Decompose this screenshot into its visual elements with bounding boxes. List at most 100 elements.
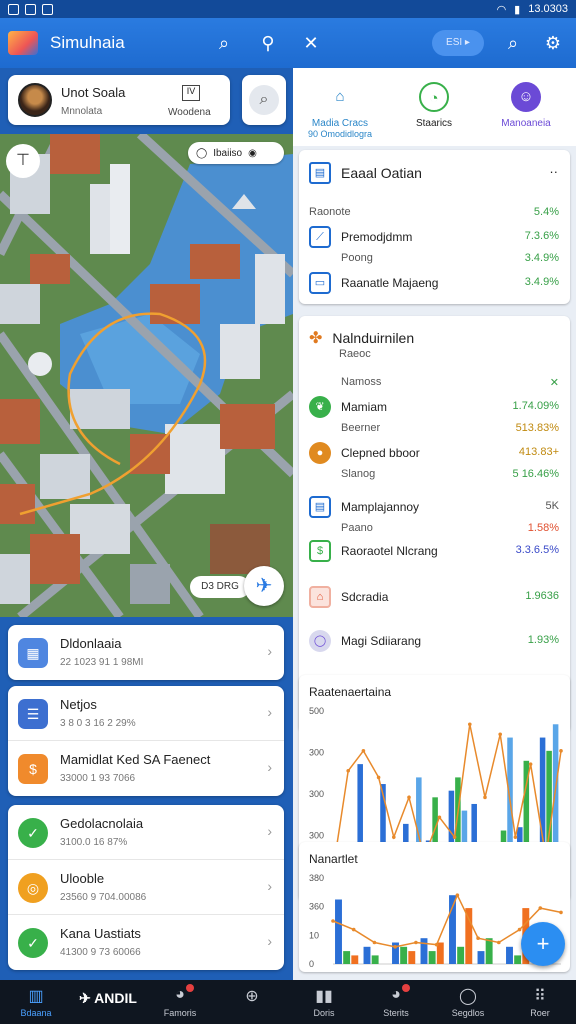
trend-point	[407, 795, 411, 800]
stat-row[interactable]: Beerner 513.83%	[309, 420, 559, 440]
app-logo	[8, 31, 38, 55]
list-item[interactable]: $ Mamidlat Ked SA Faenect 33000 1 93 706…	[8, 741, 284, 796]
trend-point	[476, 936, 480, 940]
stat-row[interactable]: Slanog 5 16.46%	[309, 466, 559, 486]
trend-point	[528, 762, 533, 766]
y-tick-label: 10	[309, 930, 319, 940]
notification-badge	[185, 984, 194, 992]
people-icon: ◕	[175, 986, 185, 1003]
status-bar: ◠ ▮ 13.0303	[0, 0, 576, 18]
settings-icon[interactable]: ⚙	[540, 30, 566, 56]
stat-value: 5 16.46%	[512, 468, 559, 480]
econ-row[interactable]: Poong 3.4.9%	[309, 250, 559, 270]
nav-item-2[interactable]: ◕ Famoris	[144, 980, 216, 1024]
nav-item-3[interactable]: ⊕	[216, 980, 288, 1024]
bar	[335, 899, 342, 964]
list-item-sub: 33000 1 93 7066	[60, 773, 136, 784]
location-icon[interactable]: ⚲	[255, 30, 281, 56]
list-item[interactable]: ✓ Gedolacnolaia 3100.0 16 87% ›	[8, 805, 284, 860]
notification-icon	[42, 3, 53, 15]
map-tool-button[interactable]: ⊤	[6, 144, 40, 178]
map-filter-chip[interactable]: ◯ Ibaiiso ◉	[188, 142, 284, 164]
stat-label: Namoss	[341, 376, 382, 388]
stat-value: ✕	[549, 377, 559, 389]
city-map[interactable]	[0, 134, 293, 617]
leaf-icon: ✤	[309, 330, 323, 347]
stat-row[interactable]: $ Raoraotel Nlcrang 3.3.6.5%	[309, 540, 559, 562]
signal-icon: ▮	[514, 3, 521, 16]
image-icon	[25, 3, 36, 15]
avatar	[18, 83, 52, 117]
trend-point	[468, 722, 472, 727]
econ-row-label: Raonote	[309, 206, 351, 218]
list-item-sub: 22 1023 91 1 98MI	[60, 657, 144, 668]
app-icon	[8, 3, 19, 15]
list-item-sub: 3100.0 16 87%	[60, 837, 128, 848]
y-tick-label: 300	[309, 748, 324, 758]
list-item-title: Kana Uastiats	[60, 926, 141, 941]
stat-row[interactable]: ⌂ Sdcradia 1.9636	[309, 586, 559, 608]
nav-item-1[interactable]: ✈ ANDIL	[72, 980, 144, 1024]
list-item[interactable]: ◎ Ulooble 23560 9 704.00086 ›	[8, 860, 284, 915]
search-icon[interactable]: ⌕	[211, 30, 237, 56]
list-item-title: Netjos	[60, 697, 97, 712]
nav-label: Segdlos	[451, 1008, 485, 1018]
check-icon: ✓	[18, 928, 48, 958]
bar	[485, 938, 493, 964]
list-item-title: Gedolacnolaia	[60, 816, 144, 831]
stat-row[interactable]: Namoss ✕	[309, 374, 559, 394]
nav-item-4[interactable]: ▮▮ Doris	[288, 980, 360, 1024]
econ-row[interactable]: Raonote 5.4%	[309, 204, 559, 224]
y-tick-label: 300	[309, 789, 324, 799]
y-tick-label: 360	[309, 902, 324, 912]
building-icon: ▥	[28, 988, 44, 1005]
circle-icon: ◯	[459, 988, 477, 1005]
trend-point	[437, 815, 442, 820]
close-icon[interactable]: ✕	[298, 30, 324, 56]
stat-row[interactable]: Paano 1.58%	[309, 520, 559, 540]
nav-item-5[interactable]: ◕ Sterits	[360, 980, 432, 1024]
economy-card-title: Eaaal Oatian	[341, 165, 422, 181]
econ-row-label: Premodjdmm	[341, 230, 413, 244]
stats-card-title: Nalnduirnilen	[332, 330, 415, 346]
stat-value: 3.3.6.5%	[515, 544, 559, 556]
stat-row[interactable]: ❦ Mamiam 1.74.09%	[309, 396, 559, 418]
nav-item-0[interactable]: ▥ Bdaana	[0, 980, 72, 1024]
status-time: 13.0303	[528, 3, 568, 15]
sliders-icon: ☰	[18, 699, 48, 729]
profile-card[interactable]: Unot Soala Mnnolata IV Woodena	[8, 75, 230, 125]
nav-label: Bdaana	[20, 1008, 52, 1018]
nav-item-7[interactable]: ⠿ Roer	[504, 980, 576, 1024]
econ-row[interactable]: ⟋ Premodjdmm 7.3.6%	[309, 226, 559, 248]
map-chip-label: Ibaiiso	[213, 147, 243, 159]
more-icon[interactable]: ··	[549, 164, 558, 179]
add-button[interactable]: +	[521, 922, 565, 966]
search-icon[interactable]: ⌕	[500, 30, 526, 56]
stat-row[interactable]: ◯ Magi Sdiiarang 1.93%	[309, 630, 559, 652]
currency-pill[interactable]: ESI ▸	[432, 30, 484, 56]
trend-point	[497, 940, 501, 945]
tab-statistics[interactable]: ◔ Staarics	[389, 76, 479, 129]
list-item[interactable]: ✓ Kana Uastiats 41300 9 73 60066 ›	[8, 915, 284, 970]
econ-row[interactable]: ▭ Raanatle Majaeng 3.4.9%	[309, 272, 559, 294]
stats-card-header: ✤ Nalnduirnilen	[309, 328, 414, 348]
tab-media[interactable]: ⌂ Madia Cracs 90 Omodidlogra	[295, 76, 385, 139]
nav-item-6[interactable]: ◯ Segdlos	[432, 980, 504, 1024]
list-item-title: Mamidlat Ked SA Faenect	[60, 752, 211, 767]
stat-row[interactable]: ● Clepned bboor 413.83+	[309, 442, 559, 464]
tab-management[interactable]: ☺ Manoaneia	[481, 76, 571, 129]
list-item[interactable]: ☰ Netjos 3 8 0 3 16 2 29% ›	[8, 686, 284, 741]
list-item-sub: 41300 9 73 60066	[60, 947, 141, 958]
chevron-right-icon: ›	[267, 823, 272, 839]
trophy-icon: ◕	[391, 986, 401, 1003]
map-navigate-button[interactable]: ✈	[244, 566, 284, 606]
chevron-right-icon: ›	[267, 704, 272, 720]
trend-point	[346, 768, 350, 773]
map-search-button[interactable]: ⌕	[242, 75, 286, 125]
compass-icon: ⊕	[245, 988, 259, 1005]
list-item[interactable]: ▦ Dldonlaaia 22 1023 91 1 98MI ›	[8, 625, 284, 680]
map-zoom-label[interactable]: D3 DRG	[190, 576, 250, 598]
trend-point	[376, 775, 381, 780]
stat-row[interactable]: ▤ Mamplajannoy 5K	[309, 496, 559, 518]
home-icon: ⌂	[335, 88, 345, 105]
